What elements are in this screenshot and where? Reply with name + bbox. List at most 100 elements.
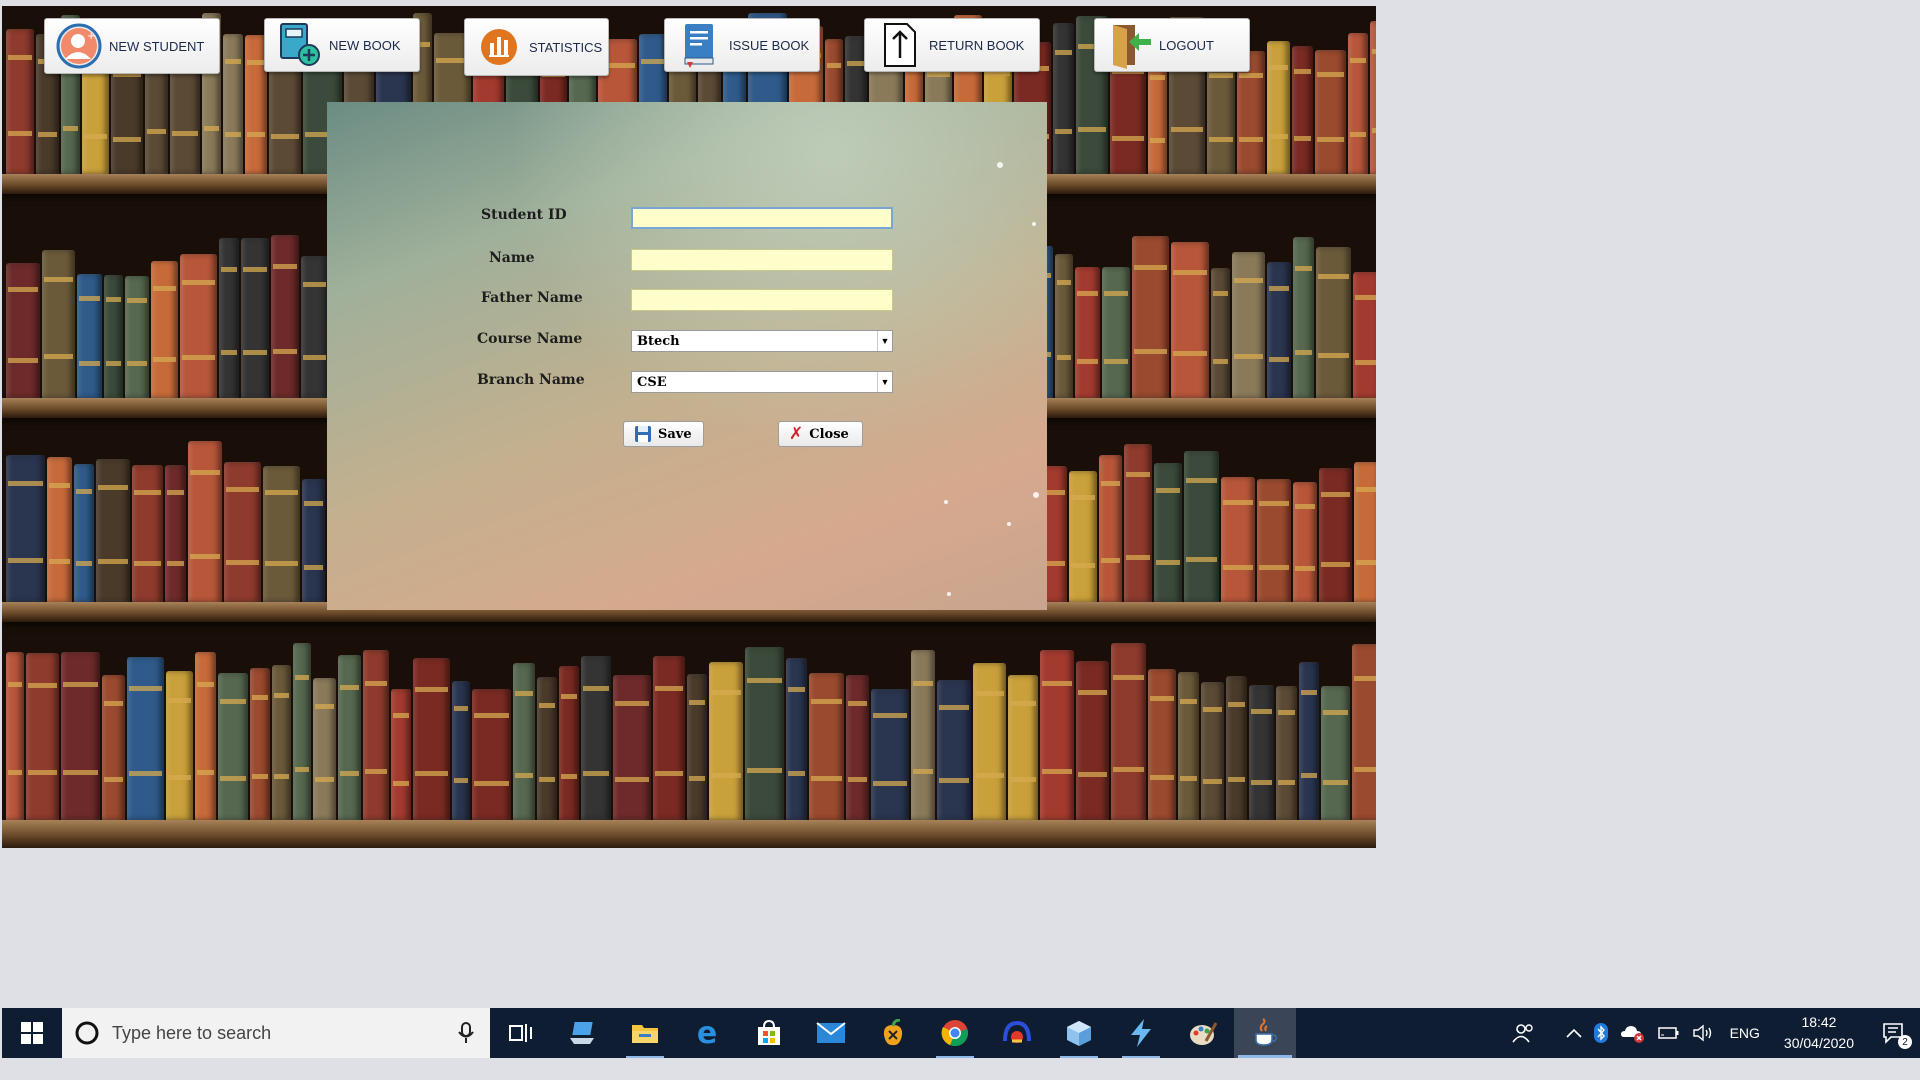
microphone-icon[interactable] (456, 1021, 476, 1045)
clock-date: 30/04/2020 (1783, 1035, 1854, 1051)
new-student-label: NEW STUDENT (109, 38, 205, 54)
file-explorer-icon (632, 1025, 658, 1043)
chevron-down-icon[interactable]: ▼ (877, 372, 892, 392)
book-spine (166, 671, 193, 820)
book-spine (102, 675, 125, 820)
taskbar-app-fruit[interactable] (862, 1008, 924, 1058)
taskbar-app-paint[interactable] (1172, 1008, 1234, 1058)
decorative-sparkle (997, 162, 1003, 168)
volume-icon[interactable] (1686, 1008, 1720, 1058)
book-spine (241, 238, 269, 398)
save-button[interactable]: Save (623, 421, 704, 447)
book-spine (653, 656, 685, 820)
book-spine (1178, 672, 1199, 820)
new-student-button[interactable]: + NEW STUDENT (44, 18, 220, 74)
taskbar-app-bolt[interactable] (1110, 1008, 1172, 1058)
book-spine (871, 689, 909, 820)
name-field[interactable] (631, 249, 893, 271)
close-button[interactable]: ✗ Close (778, 421, 863, 447)
chevron-down-icon[interactable]: ▼ (877, 331, 892, 351)
branch-name-select[interactable]: CSE ▼ (631, 371, 893, 393)
book-spine (559, 666, 579, 820)
java-icon (1255, 1018, 1277, 1046)
issue-book-button[interactable]: ISSUE BOOK (664, 18, 820, 72)
cortana-circle-icon (75, 1021, 99, 1045)
book-spine (96, 459, 130, 602)
branch-name-value: CSE (637, 374, 667, 390)
book-spine (6, 263, 40, 398)
father-name-label: Father Name (481, 290, 583, 306)
close-icon: ✗ (789, 424, 804, 444)
people-icon[interactable] (1506, 1008, 1540, 1058)
book-spine (74, 464, 94, 602)
book-spine (1075, 267, 1100, 398)
taskbar-app-store[interactable] (738, 1008, 800, 1058)
book-spine (1040, 650, 1074, 820)
book-spine (1370, 21, 1376, 174)
taskbar-app-file-explorer[interactable] (614, 1008, 676, 1058)
taskbar-app-fan[interactable] (986, 1008, 1048, 1058)
store-icon (758, 1019, 780, 1045)
book-spine (687, 674, 707, 820)
taskbar-search-box[interactable]: Type here to search (62, 1008, 490, 1058)
edge-icon: e (696, 1015, 718, 1051)
book-spine (1053, 23, 1074, 174)
book-spine (581, 656, 611, 820)
father-name-field[interactable] (631, 289, 893, 311)
book-spine (391, 689, 411, 820)
new-book-button[interactable]: NEW BOOK (264, 18, 420, 72)
3d-box-icon (1067, 1021, 1091, 1046)
book-spine (363, 650, 389, 820)
course-name-value: Btech (637, 333, 680, 349)
book-spine (1267, 41, 1290, 174)
book-spine (537, 677, 557, 820)
book-spine (613, 675, 651, 820)
book-spine (1124, 444, 1152, 602)
start-button[interactable] (2, 1008, 62, 1058)
notification-count-badge: 2 (1898, 1035, 1912, 1049)
book-spine (1292, 46, 1313, 174)
decorative-sparkle (944, 500, 948, 504)
book-spine (1111, 643, 1146, 820)
book-spine (1276, 686, 1297, 820)
book-spine (472, 689, 511, 820)
book-spine (61, 652, 100, 820)
language-indicator[interactable]: ENG (1720, 1008, 1770, 1058)
chevron-up-icon[interactable] (1560, 1008, 1588, 1058)
course-name-select[interactable]: Btech ▼ (631, 330, 893, 352)
book-spine (1099, 455, 1122, 602)
issue-book-icon (679, 24, 719, 68)
taskbar-app-laptop[interactable] (552, 1008, 614, 1058)
clock[interactable]: 18:42 30/04/2020 (1770, 1012, 1868, 1054)
add-book-icon (279, 23, 320, 66)
book-spine (263, 466, 300, 602)
book-spine (1319, 468, 1352, 602)
book-spine (218, 673, 248, 820)
return-book-button[interactable]: RETURN BOOK (864, 18, 1040, 72)
onedrive-error-icon[interactable] (1614, 1008, 1652, 1058)
battery-icon[interactable] (1652, 1008, 1686, 1058)
fruit-app-icon (883, 1019, 903, 1046)
decorative-sparkle (947, 592, 951, 596)
book-spine (1293, 237, 1314, 398)
mail-icon (816, 1022, 846, 1043)
taskbar-app-chrome[interactable] (924, 1008, 986, 1058)
student-id-field[interactable] (631, 207, 893, 229)
bluetooth-icon[interactable] (1588, 1008, 1614, 1058)
book-spine (1293, 482, 1317, 602)
taskbar-app-java[interactable] (1234, 1008, 1296, 1058)
shelf-plank (2, 820, 1376, 848)
book-spine (180, 254, 217, 398)
book-spine (1076, 661, 1109, 820)
logout-button[interactable]: LOGOUT (1094, 18, 1250, 72)
task-view-button[interactable] (490, 1008, 552, 1058)
book-spine (1069, 471, 1097, 602)
taskbar-app-3d-box[interactable] (1048, 1008, 1110, 1058)
book-spine (301, 256, 328, 398)
taskbar-app-edge[interactable]: e (676, 1008, 738, 1058)
taskbar-app-mail[interactable] (800, 1008, 862, 1058)
book-spine (6, 652, 24, 820)
book-spine (104, 275, 123, 398)
notification-center-button[interactable]: 2 (1868, 1008, 1920, 1058)
statistics-button[interactable]: STATISTICS (464, 18, 609, 76)
